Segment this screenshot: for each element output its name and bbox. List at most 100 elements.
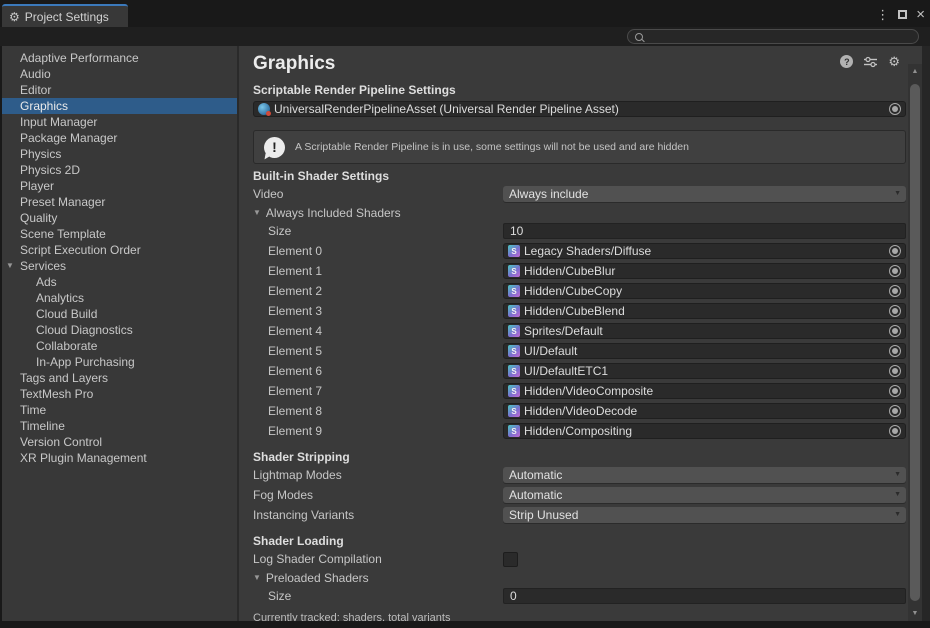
sidebar-item-cloud-diagnostics[interactable]: Cloud Diagnostics <box>2 322 237 338</box>
always-included-shaders-foldout[interactable]: ▼ Always Included Shaders <box>253 204 906 221</box>
shader-icon: S <box>508 325 520 337</box>
preloaded-shaders-foldout[interactable]: ▼ Preloaded Shaders <box>253 569 906 586</box>
element-5-field[interactable]: S UI/Default <box>503 343 906 359</box>
element-value: UI/DefaultETC1 <box>524 364 609 378</box>
graphics-settings-panel: ? ⚙ Graphics Scriptable Render Pipeline … <box>239 46 922 621</box>
element-label: Element 6 <box>268 364 323 378</box>
help-icon[interactable]: ? <box>840 55 854 68</box>
sidebar-item-version-control[interactable]: Version Control <box>2 434 237 450</box>
srp-asset-field[interactable]: UniversalRenderPipelineAsset (Universal … <box>253 101 906 117</box>
shader-icon: S <box>508 285 520 297</box>
object-picker-icon[interactable] <box>889 285 901 297</box>
sidebar-item-editor[interactable]: Editor <box>2 82 237 98</box>
size-input[interactable]: 10 <box>503 223 906 239</box>
shader-icon: S <box>508 365 520 377</box>
element-2-field[interactable]: S Hidden/CubeCopy <box>503 283 906 299</box>
object-picker-icon[interactable] <box>889 425 901 437</box>
element-label: Element 2 <box>268 284 323 298</box>
preset-icon[interactable] <box>864 56 878 68</box>
object-picker-icon[interactable] <box>889 265 901 277</box>
element-row: Element 1 S Hidden/CubeBlur <box>253 261 906 281</box>
object-picker-icon[interactable] <box>889 245 901 257</box>
object-picker-icon[interactable] <box>889 365 901 377</box>
sidebar-item-collaborate[interactable]: Collaborate <box>2 338 237 354</box>
sidebar-item-in-app-purchasing[interactable]: In-App Purchasing <box>2 354 237 370</box>
gear-icon[interactable]: ⚙ <box>888 55 900 68</box>
scroll-down-icon[interactable]: ▼ <box>908 610 922 617</box>
element-8-field[interactable]: S Hidden/VideoDecode <box>503 403 906 419</box>
lightmap-modes-label: Lightmap Modes <box>253 468 342 482</box>
sidebar-item-physics-2d[interactable]: Physics 2D <box>2 162 237 178</box>
preloaded-size-input[interactable]: 0 <box>503 588 906 604</box>
element-1-field[interactable]: S Hidden/CubeBlur <box>503 263 906 279</box>
sidebar-item-scene-template[interactable]: Scene Template <box>2 226 237 242</box>
instancing-variants-row: Instancing Variants Strip Unused ▼ <box>253 505 906 525</box>
sidebar-item-input-manager[interactable]: Input Manager <box>2 114 237 130</box>
element-0-field[interactable]: S Legacy Shaders/Diffuse <box>503 243 906 259</box>
tab-project-settings[interactable]: ⚙ Project Settings <box>2 4 128 27</box>
sidebar-item-tags-and-layers[interactable]: Tags and Layers <box>2 370 237 386</box>
window-titlebar: ⚙ Project Settings ⋮ × <box>0 0 930 27</box>
search-input[interactable] <box>627 29 919 44</box>
shader-icon: S <box>508 265 520 277</box>
sidebar-item-cloud-build[interactable]: Cloud Build <box>2 306 237 322</box>
sidebar-item-label: XR Plugin Management <box>20 451 147 465</box>
foldout-open-icon[interactable]: ▼ <box>6 262 14 270</box>
element-3-field[interactable]: S Hidden/CubeBlend <box>503 303 906 319</box>
chevron-down-icon: ▼ <box>894 471 901 478</box>
sidebar-item-physics[interactable]: Physics <box>2 146 237 162</box>
object-picker-icon[interactable] <box>889 325 901 337</box>
sidebar-item-services[interactable]: ▼ Services <box>2 258 237 274</box>
sidebar-item-adaptive-performance[interactable]: Adaptive Performance <box>2 50 237 66</box>
element-4-field[interactable]: S Sprites/Default <box>503 323 906 339</box>
shader-icon: S <box>508 305 520 317</box>
maximize-icon[interactable] <box>898 9 908 19</box>
vertical-scrollbar[interactable]: ▲ ▼ <box>908 64 922 621</box>
sidebar-item-timeline[interactable]: Timeline <box>2 418 237 434</box>
close-icon[interactable]: × <box>916 7 925 22</box>
sidebar-item-quality[interactable]: Quality <box>2 210 237 226</box>
scroll-up-icon[interactable]: ▲ <box>908 68 922 75</box>
log-shader-compilation-label: Log Shader Compilation <box>253 552 382 566</box>
sidebar-item-graphics[interactable]: Graphics <box>2 98 237 114</box>
sidebar-item-ads[interactable]: Ads <box>2 274 237 290</box>
video-dropdown[interactable]: Always include ▼ <box>503 186 906 202</box>
sidebar-item-label: Graphics <box>20 99 69 113</box>
log-shader-compilation-checkbox[interactable] <box>503 551 518 567</box>
element-6-field[interactable]: S UI/DefaultETC1 <box>503 363 906 379</box>
lightmap-modes-dropdown[interactable]: Automatic ▼ <box>503 467 906 483</box>
notice-icon: ! <box>264 136 285 158</box>
element-9-field[interactable]: S Hidden/Compositing <box>503 423 906 439</box>
sidebar-item-label: Physics 2D <box>20 163 81 177</box>
element-7-field[interactable]: S Hidden/VideoComposite <box>503 383 906 399</box>
object-picker-icon[interactable] <box>889 405 901 417</box>
sidebar-item-label: Tags and Layers <box>20 371 109 385</box>
object-picker-icon[interactable] <box>889 305 901 317</box>
render-pipeline-asset-icon <box>258 103 271 116</box>
sidebar-item-script-execution-order[interactable]: Script Execution Order <box>2 242 237 258</box>
sidebar-item-label: Preset Manager <box>20 195 106 209</box>
object-picker-icon[interactable] <box>889 103 901 115</box>
sidebar-item-label: Cloud Build <box>36 307 98 321</box>
instancing-variants-dropdown[interactable]: Strip Unused ▼ <box>503 507 906 523</box>
sidebar-item-xr-plugin-management[interactable]: XR Plugin Management <box>2 450 237 466</box>
sidebar-item-package-manager[interactable]: Package Manager <box>2 130 237 146</box>
sidebar-item-analytics[interactable]: Analytics <box>2 290 237 306</box>
sidebar-item-textmesh-pro[interactable]: TextMesh Pro <box>2 386 237 402</box>
sidebar-item-label: Package Manager <box>20 131 118 145</box>
sidebar-item-audio[interactable]: Audio <box>2 66 237 82</box>
element-value: UI/Default <box>524 344 578 358</box>
sidebar-item-preset-manager[interactable]: Preset Manager <box>2 194 237 210</box>
sidebar-item-time[interactable]: Time <box>2 402 237 418</box>
element-label: Element 3 <box>268 304 323 318</box>
object-picker-icon[interactable] <box>889 345 901 357</box>
object-picker-icon[interactable] <box>889 385 901 397</box>
fog-modes-dropdown[interactable]: Automatic ▼ <box>503 487 906 503</box>
element-row: Element 9 S Hidden/Compositing <box>253 421 906 441</box>
window-menu-icon[interactable]: ⋮ <box>876 8 889 21</box>
sidebar-item-label: Adaptive Performance <box>20 51 139 65</box>
sidebar-item-label: Scene Template <box>20 227 106 241</box>
foldout-open-icon: ▼ <box>253 572 261 582</box>
sidebar-item-player[interactable]: Player <box>2 178 237 194</box>
scrollbar-thumb[interactable] <box>910 84 920 601</box>
